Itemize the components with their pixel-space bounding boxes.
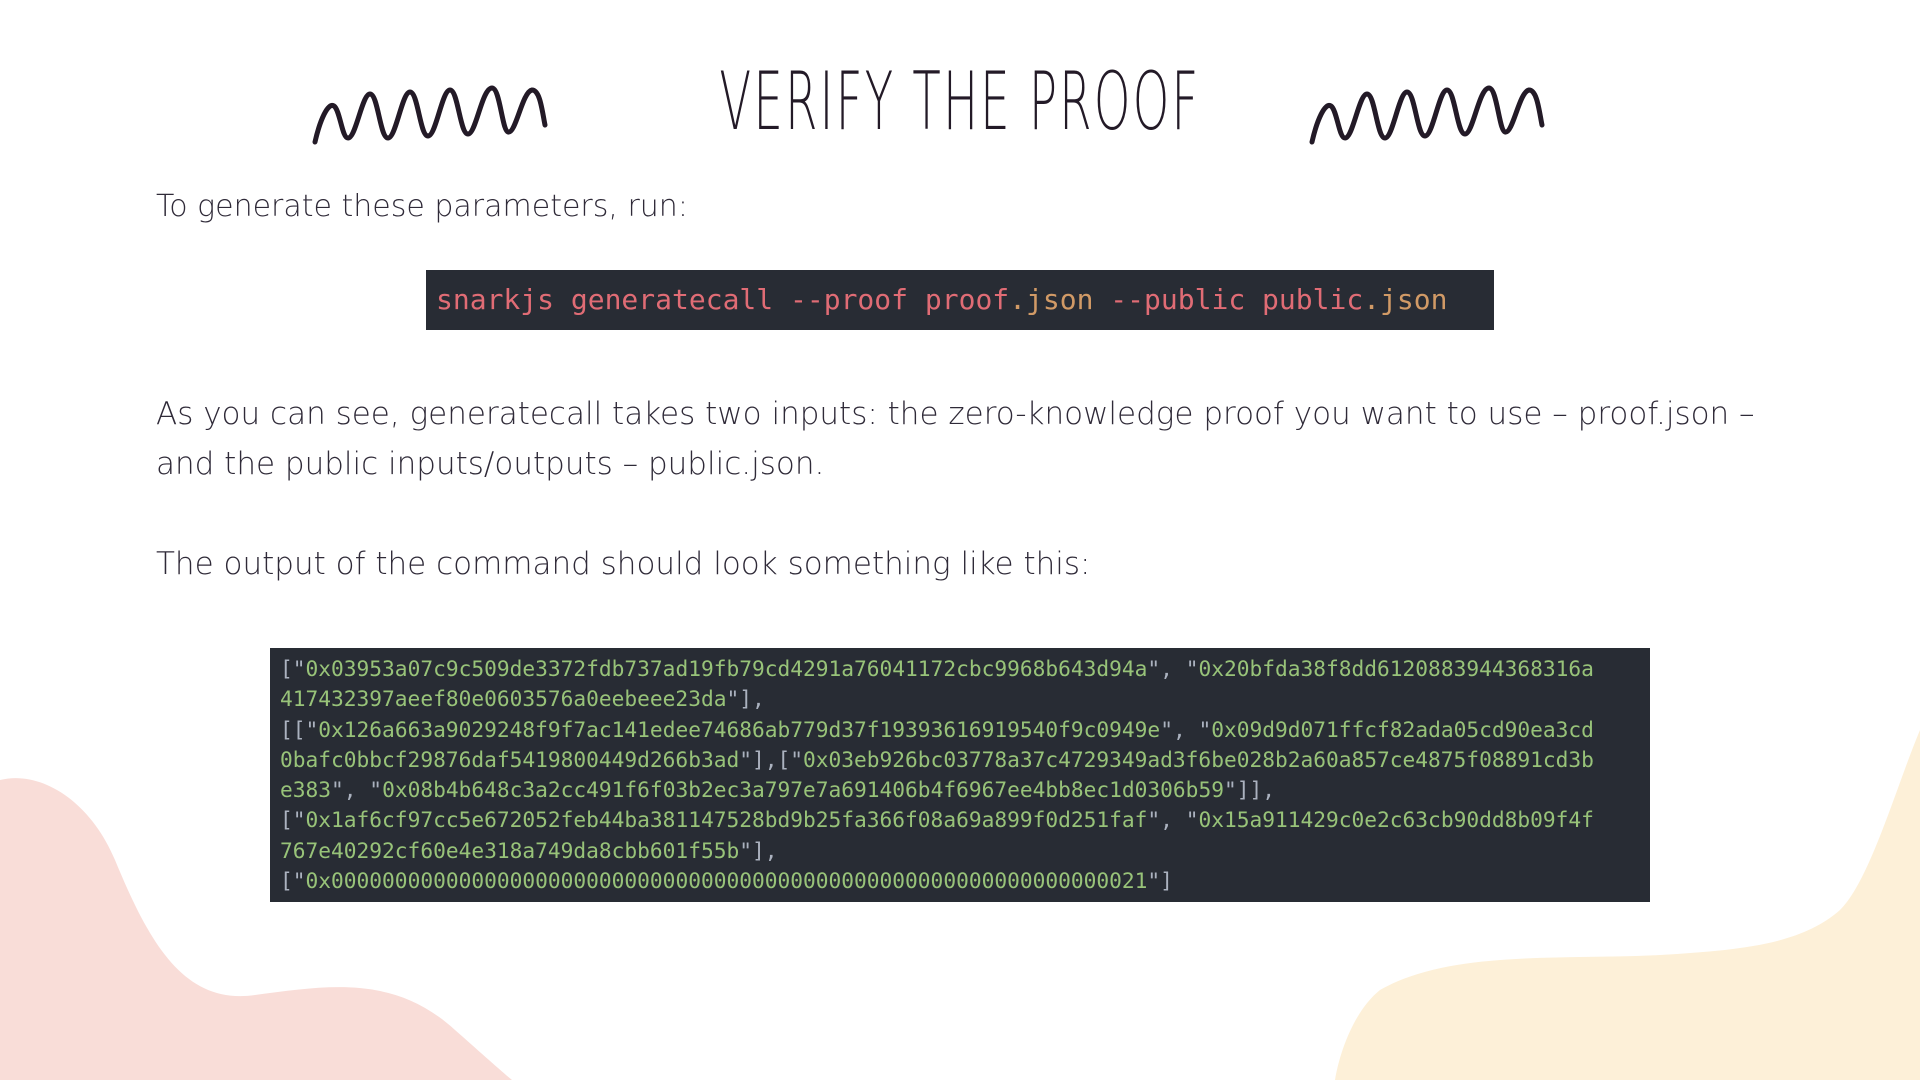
output-punctuation: [" bbox=[280, 807, 306, 833]
output-punctuation: "],[" bbox=[739, 746, 803, 772]
output-line: 0bafc0bbcf29876daf5419800449d266b3ad"],[… bbox=[280, 745, 1640, 775]
output-line: 767e40292cf60e4e318a749da8cbb601f55b"], bbox=[280, 836, 1640, 866]
output-punctuation: [" bbox=[280, 656, 306, 681]
output-line: ["0x1af6cf97cc5e672052feb44ba381147528bd… bbox=[280, 805, 1640, 835]
output-punctuation: "] bbox=[1147, 868, 1173, 894]
command-extension: .json bbox=[1009, 283, 1094, 316]
output-punctuation: ", " bbox=[1160, 716, 1212, 742]
output-punctuation: [[" bbox=[280, 716, 319, 742]
output-string: 767e40292cf60e4e318a749da8cbb601f55b bbox=[280, 837, 740, 863]
output-punctuation: "], bbox=[739, 837, 778, 863]
output-punctuation: ", " bbox=[1147, 807, 1199, 833]
output-punctuation: ", " bbox=[1147, 656, 1199, 681]
output-line: [["0x126a663a9029248f9f7ac141edee74686ab… bbox=[280, 715, 1640, 745]
explanation-text: As you can see, generatecall takes two i… bbox=[156, 396, 1755, 482]
output-line: ["0x03953a07c9c509de3372fdb737ad19fb79cd… bbox=[280, 654, 1640, 684]
output-string: 0x15a911429c0e2c63cb90dd8b09f4f bbox=[1198, 807, 1594, 833]
output-intro-text: The output of the command should look so… bbox=[156, 546, 1091, 582]
output-string: 0x00000000000000000000000000000000000000… bbox=[305, 868, 1148, 894]
output-string: e383 bbox=[280, 777, 332, 803]
output-string: 417432397aeef80e0603576a0eebeee23da bbox=[280, 686, 727, 712]
output-punctuation: [" bbox=[280, 868, 306, 894]
output-line: ["0x000000000000000000000000000000000000… bbox=[280, 866, 1640, 896]
output-code-block: ["0x03953a07c9c509de3372fdb737ad19fb79cd… bbox=[270, 648, 1650, 902]
output-string: 0x03eb926bc03778a37c4729349ad3f6be028b2a… bbox=[803, 746, 1594, 772]
output-string: 0x1af6cf97cc5e672052feb44ba381147528bd9b… bbox=[305, 807, 1148, 833]
output-punctuation: "], bbox=[726, 686, 765, 712]
command-extension: .json bbox=[1363, 283, 1448, 316]
output-string: 0x03953a07c9c509de3372fdb737ad19fb79cd42… bbox=[305, 656, 1148, 681]
intro-text: To generate these parameters, run: bbox=[156, 189, 688, 224]
command-code-block: snarkjs generatecall --proof proof.json … bbox=[426, 270, 1494, 330]
output-punctuation: ", " bbox=[331, 777, 383, 803]
output-string: 0x08b4b648c3a2cc491f6f03b2ec3a797e7a6914… bbox=[382, 777, 1224, 803]
output-string: 0bafc0bbcf29876daf5419800449d266b3ad bbox=[280, 746, 740, 772]
output-line: e383", "0x08b4b648c3a2cc491f6f03b2ec3a79… bbox=[280, 775, 1640, 805]
output-string: 0x09d9d071ffcf82ada05cd90ea3cd bbox=[1211, 716, 1594, 742]
command-text: --public public bbox=[1093, 283, 1364, 316]
command-text: snarkjs generatecall --proof proof bbox=[436, 283, 1010, 316]
output-string: 0x20bfda38f8dd6120883944368316a bbox=[1198, 656, 1594, 681]
output-line: 417432397aeef80e0603576a0eebeee23da"], bbox=[280, 684, 1640, 714]
slide-title: VERIFY THE PROOF bbox=[719, 55, 1201, 148]
output-string: 0x126a663a9029248f9f7ac141edee74686ab779… bbox=[318, 716, 1161, 742]
output-punctuation: "]], bbox=[1223, 777, 1275, 803]
